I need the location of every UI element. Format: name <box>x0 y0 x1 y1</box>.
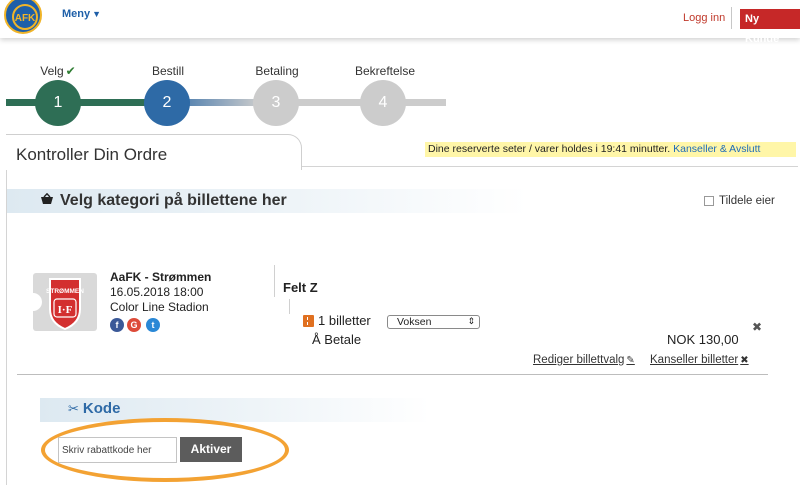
to-pay-label: Å Betale <box>312 332 362 347</box>
category-title-text: Velg kategori på billettene her <box>60 192 287 209</box>
ticket-count: 1 billetter <box>318 313 371 328</box>
activate-code-button[interactable]: Aktiver <box>180 437 242 462</box>
cancel-and-exit-link[interactable]: Kanseller & Avslutt <box>673 143 760 155</box>
caret-down-icon: ▼ <box>92 9 102 19</box>
club-logo-crest-icon: AFK <box>12 4 38 30</box>
edit-link-label: Rediger billettvalg <box>533 354 625 366</box>
step-4-circle: 4 <box>360 80 406 126</box>
close-icon: ✖ <box>740 355 749 366</box>
top-bar: AFK Meny ▼ Logg inn Ny Kunde <box>0 0 800 45</box>
ticket-type-select[interactable]: Voksen ⇕ <box>387 315 480 329</box>
assign-owner-checkbox[interactable] <box>704 196 714 206</box>
new-customer-button[interactable]: Ny Kunde <box>740 9 800 45</box>
close-icon[interactable]: ✖ <box>752 320 762 334</box>
facebook-icon[interactable]: f <box>110 318 124 332</box>
page-title: Kontroller Din Ordre <box>16 145 168 164</box>
code-title-text: Kode <box>82 400 121 417</box>
discount-code-input[interactable]: Skriv rabattkode her <box>58 437 177 463</box>
reservation-text: Dine reserverte seter / varer holdes i 1… <box>428 143 671 155</box>
divider <box>289 299 290 314</box>
step-2-circle[interactable]: 2 <box>144 80 190 126</box>
step-1-label: Velg <box>40 64 64 78</box>
assign-owner-toggle[interactable]: Tildele eier <box>704 195 775 207</box>
select-arrows-icon: ⇕ <box>467 316 475 326</box>
progress-track-done <box>6 99 160 106</box>
step-label-velg: Velg ✔ <box>13 64 103 78</box>
scissors-icon: ✂ <box>68 401 79 416</box>
event-venue: Color Line Stadion <box>110 300 209 314</box>
club-logo[interactable]: AFK <box>4 0 42 34</box>
cancel-tickets-label: Kanseller billetter <box>650 354 739 366</box>
crest-initials: I·F <box>58 304 73 316</box>
category-section-title: Velg kategori på billettene her <box>40 192 287 210</box>
edit-ticket-selection-link[interactable]: Rediger billettvalg ✎ <box>533 354 635 366</box>
menu-button[interactable]: Meny ▼ <box>62 8 101 20</box>
event-datetime: 16.05.2018 18:00 <box>110 285 204 299</box>
event-ticket-image: STRØMMEN I·F <box>33 273 97 331</box>
step-1-circle[interactable]: 1 <box>35 80 81 126</box>
divider <box>274 265 275 297</box>
basket-icon <box>40 192 54 210</box>
tab-underline <box>300 166 798 167</box>
cancel-tickets-link[interactable]: Kanseller billetter ✖ <box>650 354 749 366</box>
assign-owner-label: Tildele eier <box>719 195 775 207</box>
svg-text:AFK: AFK <box>15 13 36 24</box>
login-link[interactable]: Logg inn <box>683 12 725 24</box>
event-name: AaFK - Strømmen <box>110 270 212 284</box>
reservation-notice: Dine reserverte seter / varer holdes i 1… <box>425 142 796 157</box>
ticket-icon <box>303 315 314 327</box>
step-3-circle: 3 <box>253 80 299 126</box>
google-plus-icon[interactable]: G <box>127 318 141 332</box>
step-label-bestill: Bestill <box>151 64 184 78</box>
pencil-icon: ✎ <box>626 355 635 366</box>
crest-name: STRØMMEN <box>46 288 84 295</box>
menu-label: Meny <box>62 8 91 20</box>
order-title-tab: Kontroller Din Ordre <box>6 134 302 170</box>
check-icon: ✔ <box>65 64 76 78</box>
seat-section: Felt Z <box>283 280 318 295</box>
price-amount: NOK 130,00 <box>667 332 739 347</box>
stromen-crest-icon: STRØMMEN I·F <box>33 278 84 331</box>
divider <box>17 374 768 375</box>
step-label-bekreftelse: Bekreftelse <box>354 64 416 78</box>
divider <box>731 7 732 29</box>
step-label-betaling: Betaling <box>255 64 299 78</box>
ticket-type-value: Voksen <box>397 316 432 328</box>
twitter-icon[interactable]: t <box>146 318 160 332</box>
code-section-title: ✂ Kode <box>68 400 120 417</box>
